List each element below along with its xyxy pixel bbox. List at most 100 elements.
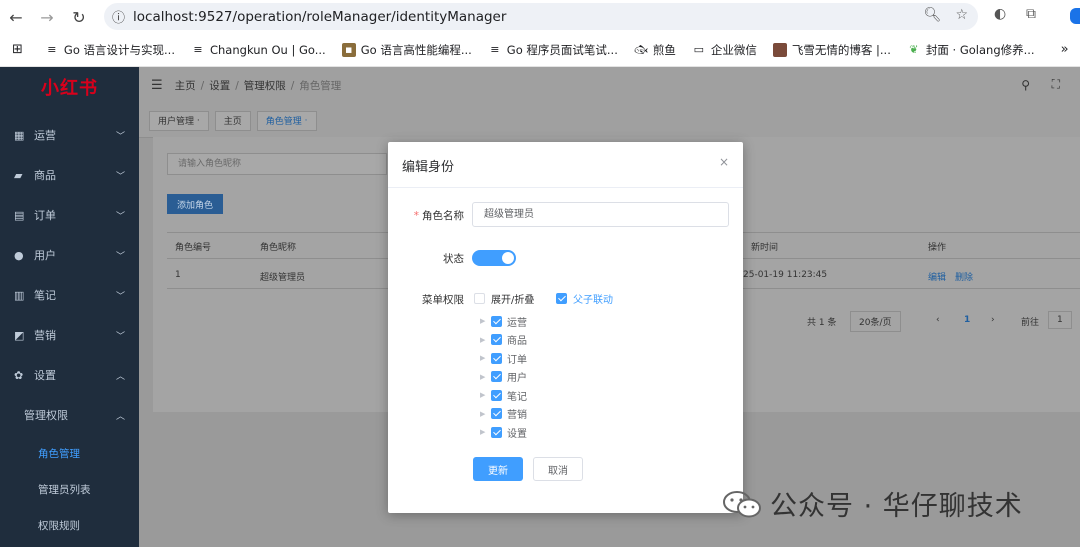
breadcrumb-item[interactable]: 管理权限	[244, 78, 286, 93]
caret-right-icon[interactable]: ▶	[480, 317, 486, 325]
chevron-down-icon: ﹀	[115, 251, 125, 262]
bookmark-item[interactable]: 🐟︎ 煎鱼	[634, 42, 676, 58]
update-button[interactable]: 更新	[473, 457, 523, 481]
tree-node[interactable]: ▶ 设置	[480, 423, 527, 442]
bookmark-label: 企业微信	[710, 42, 757, 57]
cancel-button[interactable]: 取消	[533, 457, 583, 481]
page-size-select[interactable]: 20条/页	[850, 311, 901, 332]
page-number[interactable]: 1	[964, 315, 970, 325]
tag-role-manage[interactable]: 角色管理 ·	[256, 110, 317, 131]
back-arrow-icon[interactable]: ←	[1, 2, 31, 32]
sidebar-item-users[interactable]: ● 用户 ﹀	[0, 235, 139, 275]
edit-link[interactable]: 编辑	[928, 270, 946, 283]
tree-node[interactable]: ▶ 订单	[480, 349, 527, 368]
role-search-input[interactable]: 请输入角色昵称	[167, 153, 387, 175]
checkbox-checked-icon[interactable]	[491, 352, 502, 364]
column-header-time: 新时间	[751, 243, 779, 253]
sidebar-item-marketing[interactable]: ◩ 营销 ﹀	[0, 315, 139, 355]
search-icon[interactable]: ⚲	[1021, 78, 1030, 92]
puzzle-icon[interactable]: ⧉	[1026, 6, 1036, 22]
caret-right-icon[interactable]: ▶	[480, 354, 486, 362]
sidebar-group-label: 管理权限	[24, 409, 68, 422]
doc-icon: ≡	[47, 42, 57, 56]
checkbox-checked-icon[interactable]	[491, 426, 502, 438]
tree-node[interactable]: ▶ 运营	[480, 312, 527, 331]
caret-right-icon[interactable]: ▶	[480, 336, 486, 344]
watermark-text: 公众号 · 华仔聊技术	[770, 491, 1023, 522]
parent-child-linkage-checkbox[interactable]: 父子联动	[556, 291, 613, 306]
caret-right-icon[interactable]: ▶	[480, 391, 486, 399]
sidebar-item-operation[interactable]: ▦ 运营 ﹀	[0, 115, 139, 155]
bookmark-star-icon[interactable]: ☆	[955, 7, 968, 23]
sidebar-group-permissions[interactable]: 管理权限 ︿	[0, 395, 139, 435]
site-info-icon[interactable]: ⓘ	[112, 7, 125, 26]
apps-grid-icon[interactable]: ⊞	[12, 42, 23, 57]
breadcrumb-separator: /	[290, 79, 295, 92]
breadcrumb-item[interactable]: 设置	[209, 78, 230, 93]
user-icon: ●	[14, 248, 24, 262]
logo[interactable]: 小红书	[0, 67, 139, 107]
column-header-id: 角色编号	[175, 243, 212, 253]
bookmark-item[interactable]: 飞雪无情的博客 |...	[772, 42, 891, 58]
hamburger-icon[interactable]: ☰	[151, 78, 163, 93]
sidebar-item-label: 运营	[34, 129, 56, 142]
sidebar-item-role-manage[interactable]: 角色管理	[0, 435, 139, 471]
url-text: localhost:9527/operation/roleManager/ide…	[133, 8, 507, 25]
caret-right-icon[interactable]: ▶	[480, 410, 486, 418]
bookmark-item[interactable]: ▪ Go 语言高性能编程...	[341, 42, 472, 58]
sidebar-item-label: 笔记	[34, 289, 56, 302]
tree-node[interactable]: ▶ 用户	[480, 368, 527, 387]
image-icon: ▪	[341, 42, 356, 57]
next-page-icon[interactable]: ›	[991, 315, 995, 325]
more-bookmarks-icon[interactable]: »	[1061, 42, 1069, 57]
tree-node[interactable]: ▶ 笔记	[480, 386, 527, 405]
delete-link[interactable]: 删除	[955, 270, 973, 283]
checkbox-checked-icon[interactable]	[491, 389, 502, 401]
bookmark-label: Go 程序员面试笔试...	[506, 42, 618, 57]
sidebar-item-admin-list[interactable]: 管理员列表	[0, 471, 139, 507]
bookmark-item[interactable]: ▭ 企业微信	[692, 42, 757, 58]
breadcrumb-item[interactable]: 主页	[175, 78, 196, 93]
forward-arrow-icon[interactable]: →	[32, 2, 62, 32]
prev-page-icon[interactable]: ‹	[936, 315, 940, 325]
divider	[388, 187, 743, 188]
sidebar-item-permission-rules[interactable]: 权限规则	[0, 507, 139, 543]
sidebar-item-orders[interactable]: ▤ 订单 ﹀	[0, 195, 139, 235]
tree-node-label: 商品	[507, 336, 527, 348]
top-navbar: ☰ 主页 / 设置 / 管理权限 / 角色管理 ⚲ ⛶	[139, 67, 1080, 104]
bookmark-item[interactable]: ≡ Go 程序员面试笔试...	[488, 42, 618, 58]
profile-avatar-icon[interactable]	[1070, 8, 1080, 24]
fullscreen-icon[interactable]: ⛶	[1052, 77, 1060, 92]
role-name-input[interactable]: 超级管理员	[472, 202, 729, 227]
status-toggle[interactable]	[472, 250, 516, 266]
extension-icon[interactable]: ◐	[994, 6, 1006, 22]
reload-icon[interactable]: ↻	[64, 2, 94, 32]
caret-right-icon[interactable]: ▶	[480, 373, 486, 381]
tree-node[interactable]: ▶ 营销	[480, 405, 527, 424]
tag-user-manage[interactable]: 用户管理 ·	[149, 110, 209, 131]
sidebar-item-settings[interactable]: ✿ 设置 ︿	[0, 355, 139, 395]
checkbox-checked-icon[interactable]	[491, 408, 502, 420]
tree-node-label: 笔记	[507, 391, 527, 403]
chevron-down-icon: ﹀	[115, 171, 125, 182]
expand-collapse-checkbox[interactable]: 展开/折叠	[474, 291, 534, 306]
row-time: 25-01-19 11:23:45	[743, 270, 828, 280]
caret-right-icon[interactable]: ▶	[480, 428, 486, 436]
checkbox-checked-icon[interactable]	[491, 334, 502, 346]
tree-node[interactable]: ▶ 商品	[480, 331, 527, 350]
doc-icon: ≡	[490, 42, 500, 56]
checkbox-checked-icon[interactable]	[491, 371, 502, 383]
close-icon[interactable]: ×	[719, 155, 729, 169]
checkbox-checked-icon[interactable]	[491, 315, 502, 327]
tag-home[interactable]: 主页	[214, 110, 251, 131]
sidebar-item-notes[interactable]: ▥ 笔记 ﹀	[0, 275, 139, 315]
zoom-icon[interactable]: 🔍︎	[924, 7, 942, 23]
goto-input[interactable]: 1	[1048, 311, 1072, 329]
bookmark-item[interactable]: ≡ Go 语言设计与实现...	[45, 42, 175, 58]
bookmark-item[interactable]: ≡ Changkun Ou | Go...	[191, 43, 325, 57]
sidebar-item-goods[interactable]: ▰ 商品 ﹀	[0, 155, 139, 195]
add-role-button[interactable]: 添加角色	[167, 194, 223, 214]
sidebar: 小红书 ▦ 运营 ﹀ ▰ 商品 ﹀ ▤ 订单 ﹀ ● 用户 ﹀ ▥ 笔记 ﹀ ◩ 营销 ﹀ ✿ 设置 ︿ 管…	[0, 67, 139, 547]
address-bar[interactable]: ⓘ localhost:9527/operation/roleManager/i…	[104, 3, 978, 30]
bookmark-item[interactable]: ❦ 封面 · Golang修养...	[907, 42, 1034, 58]
